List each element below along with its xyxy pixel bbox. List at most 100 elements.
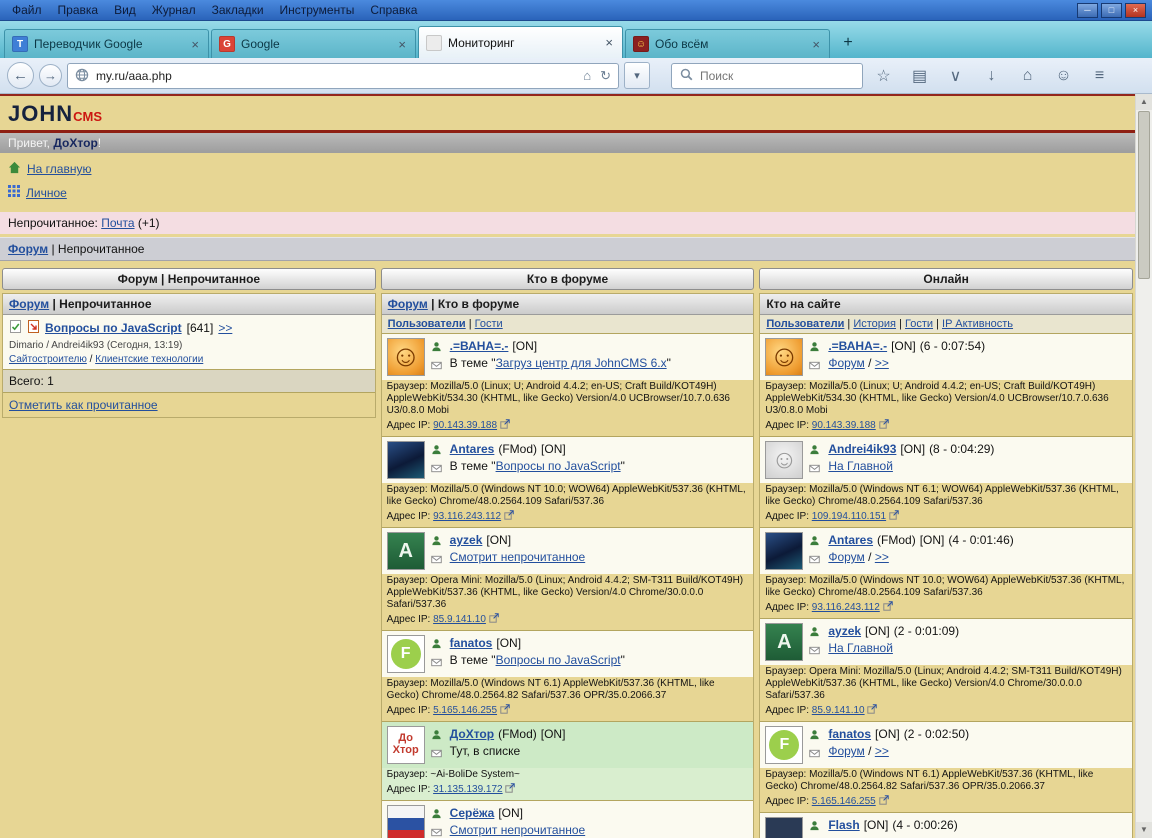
scrollbar-thumb[interactable]: [1138, 111, 1150, 279]
scroll-up-button[interactable]: ▲: [1136, 94, 1152, 110]
site-identity-globe-icon[interactable]: [73, 68, 91, 84]
user-name-link[interactable]: ayzek: [450, 533, 483, 547]
scrollbar-track[interactable]: [1136, 280, 1152, 822]
topic-subcategory-link[interactable]: Клиентские технологии: [95, 354, 203, 365]
menu-item[interactable]: Файл: [4, 1, 50, 19]
page-actions-dropdown-button[interactable]: ▾: [624, 62, 650, 89]
private-message-icon[interactable]: [431, 748, 443, 760]
user-profile-icon[interactable]: [431, 444, 443, 456]
user-name-link[interactable]: Andrei4ik93: [828, 442, 896, 456]
browser-tab[interactable]: GGoogle×: [211, 29, 416, 58]
external-link-icon[interactable]: [505, 783, 515, 793]
mail-link[interactable]: Почта: [101, 216, 134, 230]
home-button-icon[interactable]: ⌂: [1012, 62, 1043, 90]
private-message-icon[interactable]: [431, 463, 443, 475]
user-action-link[interactable]: Форум: [828, 744, 864, 758]
user-action-link[interactable]: >>: [875, 744, 889, 758]
ip-address-link[interactable]: 5.165.146.255: [812, 796, 876, 807]
user-name-link[interactable]: .=ВАНА=.-: [828, 339, 887, 353]
external-link-icon[interactable]: [883, 601, 893, 611]
url-input[interactable]: [96, 69, 576, 83]
filter-tab[interactable]: История: [853, 318, 896, 330]
ip-address-link[interactable]: 90.143.39.188: [433, 420, 497, 431]
tab-close-icon[interactable]: ×: [396, 38, 408, 51]
private-message-icon[interactable]: [809, 463, 821, 475]
user-profile-icon[interactable]: [809, 535, 821, 547]
private-message-icon[interactable]: [809, 554, 821, 566]
filter-tab[interactable]: Пользователи: [388, 318, 466, 330]
tab-close-icon[interactable]: ×: [603, 36, 615, 49]
bookmarks-menu-icon[interactable]: ▤: [904, 62, 935, 90]
filter-tab[interactable]: Гости: [905, 318, 933, 330]
reload-icon[interactable]: ↻: [598, 69, 613, 82]
ip-address-link[interactable]: 85.9.141.10: [433, 614, 486, 625]
user-profile-icon[interactable]: [809, 341, 821, 353]
user-profile-icon[interactable]: [809, 626, 821, 638]
user-action-link[interactable]: Вопросы по JavaScript: [496, 653, 621, 667]
filter-tab[interactable]: IP Активность: [942, 318, 1013, 330]
external-link-icon[interactable]: [867, 704, 877, 714]
search-input[interactable]: [700, 69, 856, 83]
user-name-link[interactable]: fanatos: [828, 727, 871, 741]
menu-item[interactable]: Справка: [362, 1, 425, 19]
forum-link[interactable]: Форум: [388, 297, 428, 311]
user-profile-icon[interactable]: [431, 535, 443, 547]
user-action-link[interactable]: Смотрит непрочитанное: [450, 550, 586, 564]
user-profile-icon[interactable]: [431, 638, 443, 650]
user-action-link[interactable]: Смотрит непрочитанное: [450, 823, 586, 837]
bookmark-star-icon[interactable]: ☆: [868, 62, 899, 90]
external-link-icon[interactable]: [500, 704, 510, 714]
user-action-link[interactable]: >>: [875, 356, 889, 370]
user-action-link[interactable]: Форум: [828, 550, 864, 564]
user-action-link[interactable]: На Главной: [828, 641, 893, 655]
ip-address-link[interactable]: 90.143.39.188: [812, 420, 876, 431]
user-name-link[interactable]: .=ВАНА=.-: [450, 339, 509, 353]
user-action-link[interactable]: >>: [875, 550, 889, 564]
user-profile-icon[interactable]: [809, 729, 821, 741]
user-action-link[interactable]: На Главной: [828, 459, 893, 473]
ip-address-link[interactable]: 93.116.243.112: [812, 602, 880, 613]
filter-tab[interactable]: Пользователи: [766, 318, 844, 330]
user-name-link[interactable]: fanatos: [450, 636, 493, 650]
search-bar[interactable]: [671, 63, 863, 89]
forward-button[interactable]: →: [39, 64, 62, 87]
maximize-button[interactable]: □: [1101, 3, 1122, 18]
user-name-link[interactable]: Flash: [828, 818, 859, 832]
forum-link[interactable]: Форум: [9, 297, 49, 311]
browser-tab[interactable]: ТПереводчик Google×: [4, 29, 209, 58]
external-link-icon[interactable]: [500, 419, 510, 429]
ip-address-link[interactable]: 5.165.146.255: [433, 705, 497, 716]
user-action-link[interactable]: Вопросы по JavaScript: [496, 459, 621, 473]
user-action-link[interactable]: Загруз центр для JohnCMS 6.x: [496, 356, 667, 370]
menu-item[interactable]: Вид: [106, 1, 144, 19]
private-message-icon[interactable]: [809, 360, 821, 372]
minimize-button[interactable]: ─: [1077, 3, 1098, 18]
user-profile-icon[interactable]: [431, 341, 443, 353]
close-window-button[interactable]: ×: [1125, 3, 1146, 18]
browser-tab[interactable]: ☺Обо всём×: [625, 29, 830, 58]
menu-hamburger-icon[interactable]: ≡: [1084, 62, 1115, 90]
external-link-icon[interactable]: [504, 510, 514, 520]
user-name-link[interactable]: Antares: [450, 442, 495, 456]
personal-link[interactable]: Личное: [26, 186, 67, 200]
external-link-icon[interactable]: [879, 419, 889, 429]
menu-item[interactable]: Правка: [50, 1, 107, 19]
tab-close-icon[interactable]: ×: [810, 38, 822, 51]
external-link-icon[interactable]: [889, 510, 899, 520]
menu-item[interactable]: Журнал: [144, 1, 204, 19]
tab-close-icon[interactable]: ×: [189, 38, 201, 51]
user-name-link[interactable]: ДоХтор: [450, 727, 494, 741]
home-link[interactable]: На главную: [27, 162, 91, 176]
url-bar[interactable]: ⌂ ↻: [67, 63, 619, 89]
user-name-link[interactable]: Серёжа: [450, 806, 495, 820]
ip-address-link[interactable]: 109.194.110.151: [812, 511, 886, 522]
back-button[interactable]: ←: [7, 62, 34, 89]
private-message-icon[interactable]: [431, 360, 443, 372]
pocket-icon[interactable]: ∨: [940, 62, 971, 90]
user-profile-icon[interactable]: [809, 820, 821, 832]
user-profile-icon[interactable]: [809, 444, 821, 456]
external-link-icon[interactable]: [879, 795, 889, 805]
browser-tab[interactable]: Мониторинг×: [418, 26, 623, 58]
ip-address-link[interactable]: 85.9.141.10: [812, 705, 865, 716]
private-message-icon[interactable]: [809, 645, 821, 657]
